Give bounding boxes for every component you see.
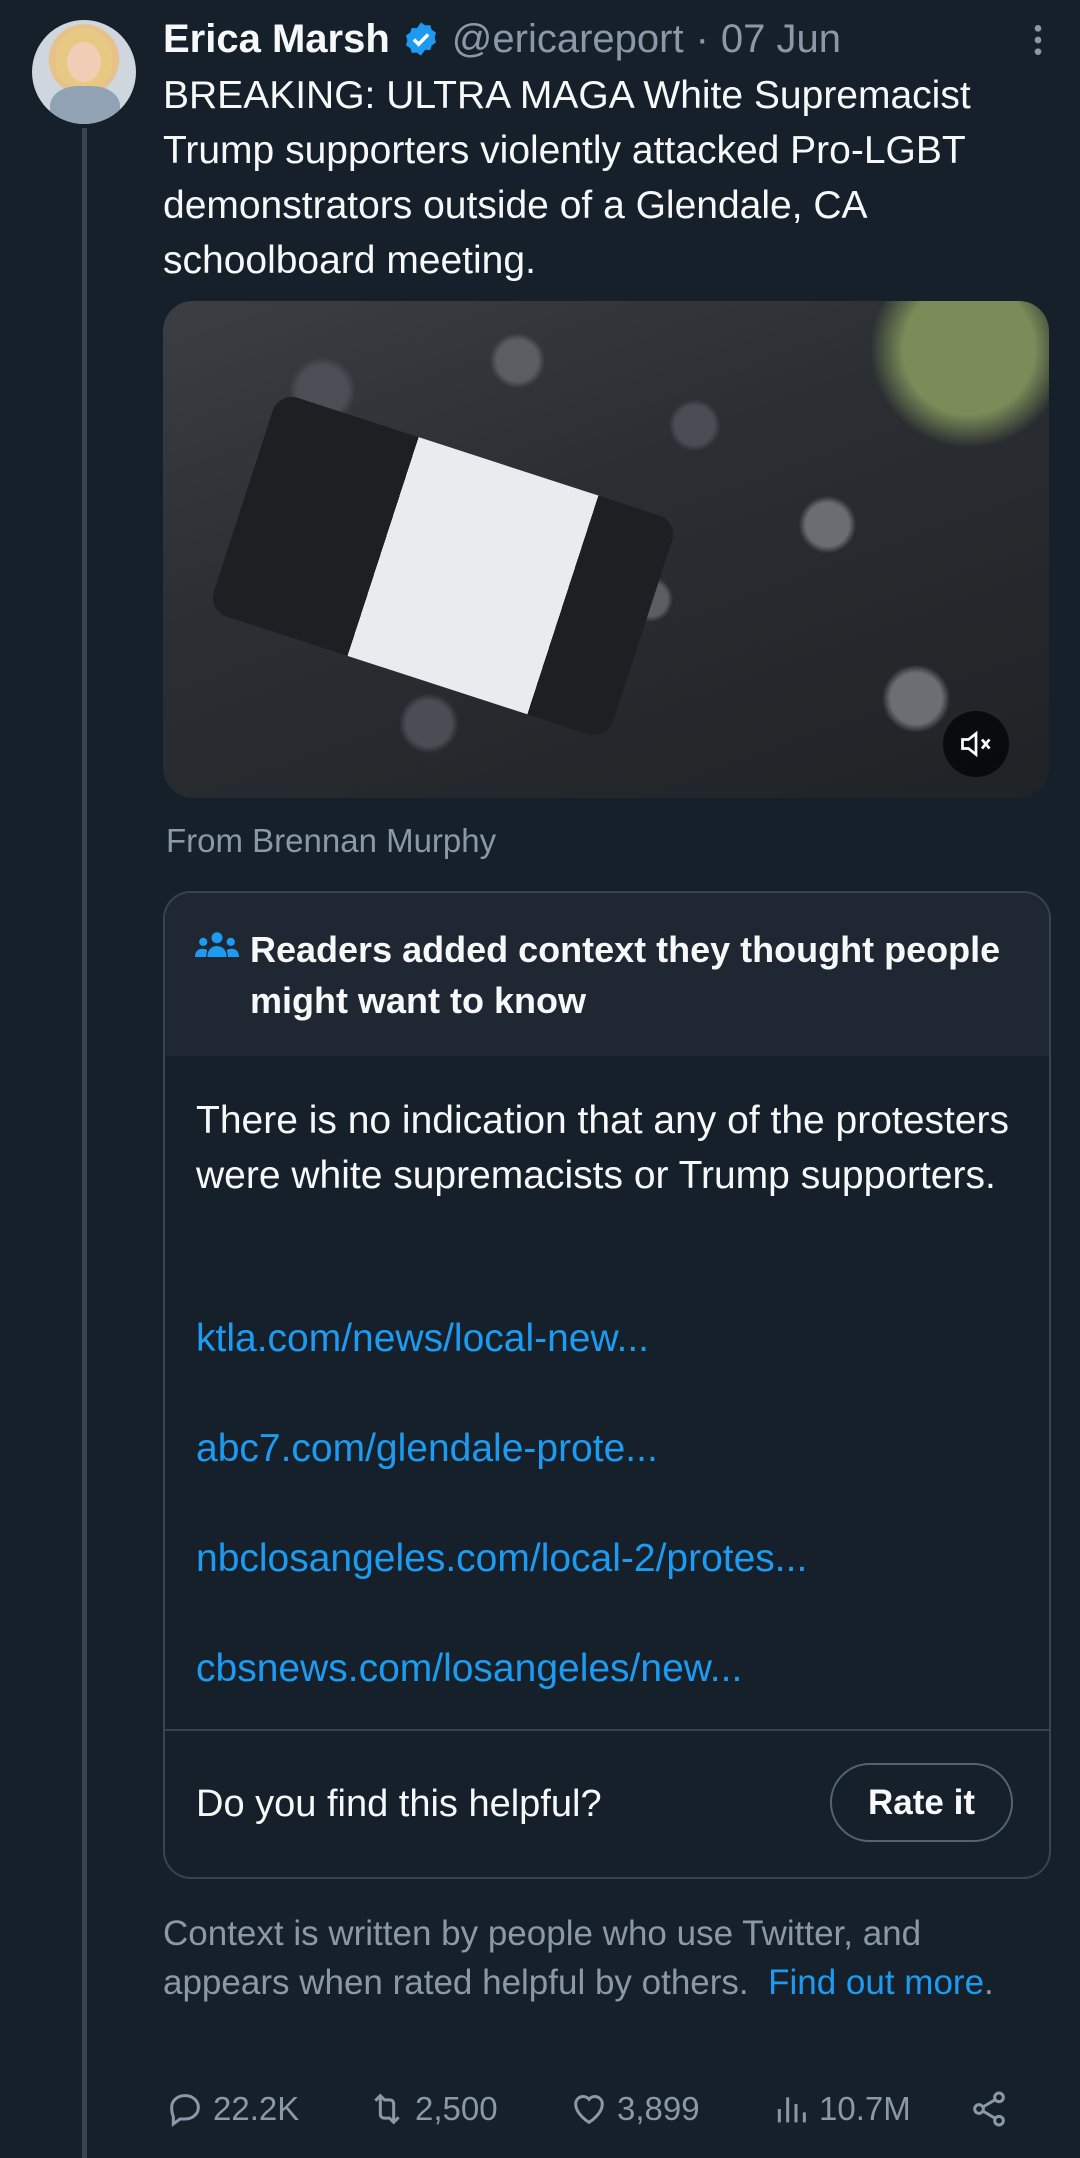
community-note-body: There is no indication that any of the p… <box>196 1099 1009 1197</box>
avatar[interactable] <box>32 20 136 124</box>
context-footer: Context is written by people who use Twi… <box>163 1909 1043 2007</box>
tweet-date[interactable]: 07 Jun <box>721 17 841 62</box>
trees <box>849 301 1049 461</box>
share-icon <box>973 2091 1005 2127</box>
thread-line <box>82 128 87 2158</box>
media-attribution[interactable]: From Brennan Murphy <box>166 822 496 860</box>
rate-it-button[interactable]: Rate it <box>830 1763 1013 1842</box>
community-note-title: Readers added context they thought peopl… <box>250 929 1001 1021</box>
views-button[interactable]: 10.7M <box>771 2084 911 2134</box>
community-note-header: Readers added context they thought peopl… <box>165 893 1049 1056</box>
tweet-video[interactable] <box>163 301 1049 798</box>
find-out-more-link[interactable]: Find out more <box>768 1963 984 2002</box>
divider <box>165 1729 1049 1731</box>
reply-icon <box>170 2094 200 2127</box>
tweet-text: BREAKING: ULTRA MAGA White Supremacist T… <box>163 74 971 282</box>
like-button[interactable]: 3,899 <box>569 2084 700 2134</box>
like-count: 3,899 <box>617 2090 700 2127</box>
tweet-actions: 22.2K 2,500 3,899 10.7M <box>163 2084 1043 2134</box>
note-source-link[interactable]: ktla.com/news/local-new... <box>196 1317 649 1361</box>
helpful-question: Do you find this helpful? <box>196 1783 602 1825</box>
like-icon <box>574 2095 604 2125</box>
views-count: 10.7M <box>819 2090 911 2127</box>
retweet-icon <box>374 2093 400 2125</box>
verified-badge-icon <box>405 22 436 56</box>
retweet-button[interactable]: 2,500 <box>367 2084 498 2134</box>
share-button[interactable] <box>969 2084 1017 2134</box>
mute-icon <box>961 730 991 758</box>
header-separator: · <box>695 16 709 61</box>
mute-button[interactable] <box>943 711 1009 777</box>
reply-button[interactable]: 22.2K <box>165 2084 299 2134</box>
note-source-link[interactable]: cbsnews.com/losangeles/new... <box>196 1647 742 1691</box>
author-name[interactable]: Erica Marsh <box>163 17 390 62</box>
reply-count: 22.2K <box>213 2090 300 2127</box>
author-handle[interactable]: @ericareport <box>452 17 684 62</box>
community-notes-icon <box>195 932 239 957</box>
context-footer-period: . <box>984 1963 994 2002</box>
views-icon <box>777 2097 806 2123</box>
note-source-link[interactable]: abc7.com/glendale-prote... <box>196 1427 658 1471</box>
community-note: Readers added context they thought peopl… <box>163 891 1051 1879</box>
more-options-icon[interactable] <box>1018 20 1058 60</box>
note-source-link[interactable]: nbclosangeles.com/local-2/protes... <box>196 1537 807 1581</box>
tweet-header: Erica Marsh @ericareport · 07 Jun <box>163 14 841 64</box>
retweet-count: 2,500 <box>415 2090 498 2127</box>
